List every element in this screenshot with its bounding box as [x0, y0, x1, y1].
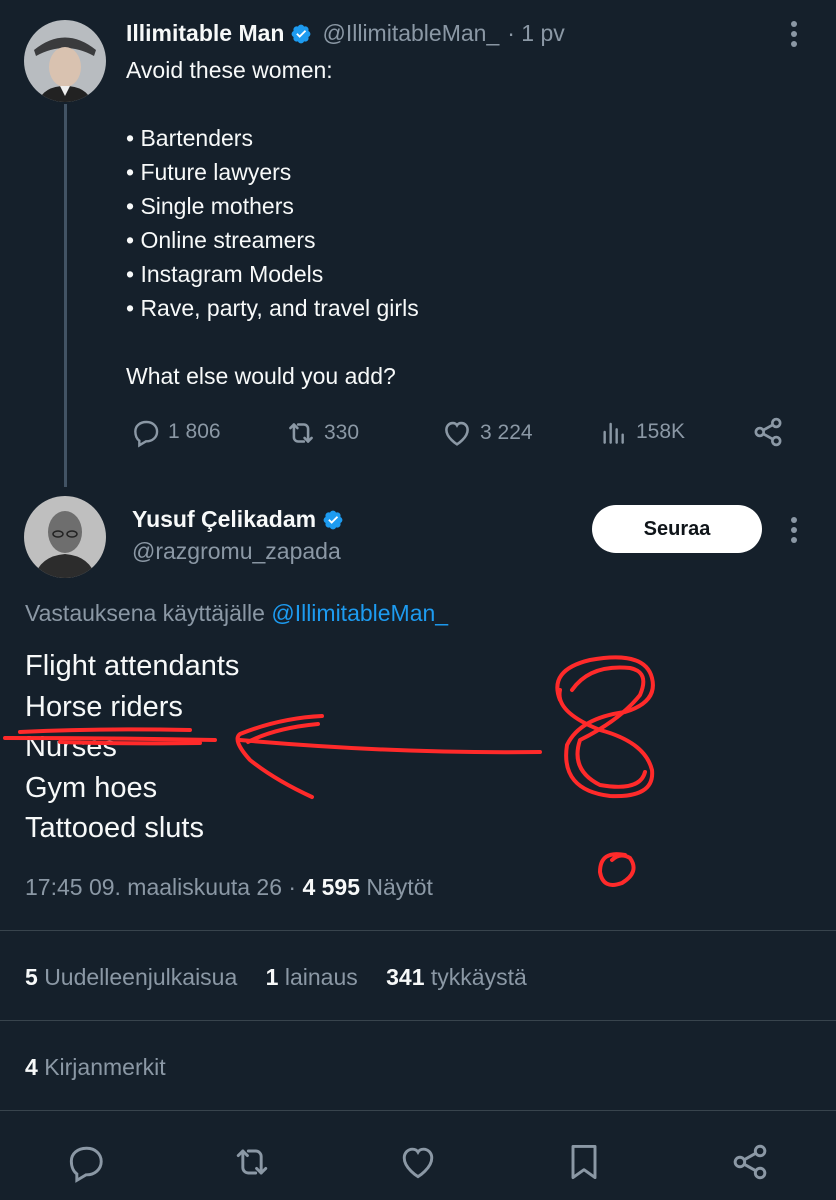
tweet-bullet: • Rave, party, and travel girls [126, 295, 419, 321]
engagement-stats: 5 Uudelleenjulkaisua 1 lainaus 341 tykkä… [25, 964, 527, 991]
tweet-bullet: • Instagram Models [126, 261, 324, 287]
verified-icon [292, 24, 311, 43]
bookmarks-stat[interactable]: 4 Kirjanmerkit [25, 1054, 166, 1081]
tweet-bullet: • Online streamers [126, 227, 316, 253]
reply-body: Flight attendants Horse riders Nurses Gy… [25, 646, 239, 849]
like-count: 3 224 [480, 421, 533, 444]
reply-count: 1 806 [168, 420, 221, 443]
tweet-time[interactable]: · 1 pv [507, 20, 565, 47]
retweet-icon[interactable] [230, 1140, 274, 1184]
reply-author-name[interactable]: Yusuf Çelikadam [132, 506, 316, 533]
retweet-icon [289, 423, 313, 443]
follow-button[interactable]: Seuraa [592, 505, 762, 553]
tweet-bullet: • Future lawyers [126, 159, 292, 185]
avatar-yusuf-celikadam[interactable] [24, 496, 106, 578]
reposts-stat[interactable]: 5 Uudelleenjulkaisua [25, 964, 237, 990]
like-icon [445, 421, 469, 446]
views-count: 4 595 [302, 874, 361, 900]
retweet-button[interactable]: 330 [284, 416, 359, 450]
divider [0, 930, 836, 931]
like-icon[interactable] [396, 1140, 440, 1184]
avatar-illimitable-man[interactable] [24, 20, 106, 102]
like-button[interactable]: 3 224 [440, 416, 533, 450]
reply-line: Tattooed sluts [25, 812, 204, 844]
retweet-count: 330 [324, 421, 360, 444]
tweet-intro: Avoid these women: [126, 57, 333, 83]
reply-line: Nurses [25, 731, 117, 763]
thread-connector-line [64, 104, 67, 487]
reply-line: Gym hoes [25, 771, 158, 804]
divider [0, 1020, 836, 1021]
reply-timestamp[interactable]: 17:45 09. maaliskuuta 26 · [25, 874, 296, 900]
tweet-bullet: • Single mothers [126, 193, 294, 219]
reply-author-handle[interactable]: @razgromu_zapada [132, 538, 341, 565]
share-icon[interactable] [728, 1140, 772, 1184]
tweet-question: What else would you add? [126, 363, 396, 389]
bookmark-icon[interactable] [562, 1140, 606, 1184]
replying-to-handle[interactable]: @IllimitableMan_ [271, 600, 448, 626]
author-name[interactable]: Illimitable Man [126, 20, 284, 47]
replying-to-prefix: Vastauksena käyttäjälle [25, 600, 265, 626]
reply-icon[interactable] [64, 1140, 108, 1184]
reply-icon [134, 420, 159, 448]
likes-stat[interactable]: 341 tykkäystä [386, 964, 527, 990]
views-label: Näytöt [366, 874, 433, 900]
tweet-body: Avoid these women: • Bartenders • Future… [126, 53, 766, 393]
tweet-bullet: • Bartenders [126, 125, 253, 151]
reply-button[interactable]: 1 806 [130, 416, 221, 448]
divider [0, 1110, 836, 1111]
views-count: 158K [636, 420, 686, 443]
author-handle[interactable]: @IllimitableMan_ [322, 20, 499, 47]
more-icon[interactable] [784, 18, 804, 50]
reply-line: Horse riders [25, 690, 183, 723]
replying-to: Vastauksena käyttäjälle @IllimitableMan_ [25, 600, 448, 627]
reply-line: Flight attendants [25, 650, 240, 682]
quotes-stat[interactable]: 1 lainaus [266, 964, 358, 990]
views-icon [603, 422, 624, 444]
more-icon[interactable] [784, 514, 804, 546]
verified-icon [323, 510, 343, 529]
share-icon[interactable] [750, 414, 786, 450]
reply-timestamp-row: 17:45 09. maaliskuuta 26 · 4 595 Näytöt [25, 874, 433, 901]
views-button[interactable]: 158K [598, 416, 685, 448]
